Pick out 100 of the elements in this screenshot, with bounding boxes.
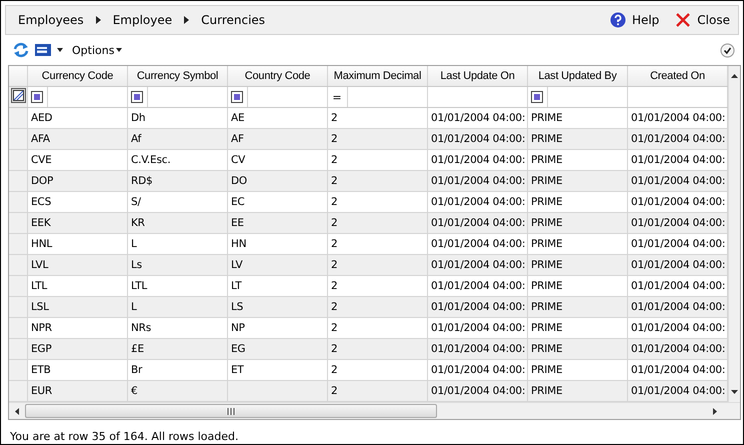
row-selector[interactable] xyxy=(9,150,28,170)
table-cell: 2 xyxy=(331,133,338,145)
row-selector[interactable] xyxy=(9,128,28,150)
refresh-icon[interactable] xyxy=(13,42,29,58)
table-cell: 01/01/2004 04:00: xyxy=(631,322,726,334)
table-cell: NRs xyxy=(131,322,152,334)
row-selector[interactable] xyxy=(9,276,28,296)
column-header[interactable]: Currency Symbol xyxy=(128,66,228,86)
table-cell: 2 xyxy=(331,196,338,208)
table-cell: 01/01/2004 04:00: xyxy=(431,280,526,292)
table-cell: 01/01/2004 04:00: xyxy=(431,175,526,187)
table-cell: PRIME xyxy=(531,343,562,355)
table-cell: NP xyxy=(231,322,245,334)
filter-operator-icon[interactable] xyxy=(231,91,243,103)
table-cell: 2 xyxy=(331,238,338,250)
table-cell: 01/01/2004 04:00: xyxy=(631,217,726,229)
table-cell: CVE xyxy=(31,154,52,166)
table-cell: LV xyxy=(231,259,242,271)
row-selector[interactable] xyxy=(9,360,28,380)
table-cell: 01/01/2004 04:00: xyxy=(431,112,526,124)
table-cell: 2 xyxy=(331,364,338,376)
table-cell: AFA xyxy=(31,133,50,145)
filter-operator-icon[interactable] xyxy=(31,91,43,103)
table-cell: 2 xyxy=(331,175,338,187)
column-header[interactable]: Currency Code xyxy=(28,66,128,86)
table-cell: PRIME xyxy=(531,301,562,313)
close-button[interactable]: Close xyxy=(673,12,732,28)
table-cell: £E xyxy=(131,343,144,355)
scroll-left-icon[interactable] xyxy=(15,408,19,414)
row-selector[interactable] xyxy=(9,318,28,338)
table-cell: 01/01/2004 04:00: xyxy=(431,343,526,355)
table-cell: 01/01/2004 04:00: xyxy=(631,133,726,145)
table-cell: S/ xyxy=(131,196,141,208)
filter-operator[interactable]: = xyxy=(331,90,343,104)
row-selector[interactable] xyxy=(9,296,28,318)
filter-operator-icon[interactable] xyxy=(531,91,543,103)
filter-toggle-icon[interactable] xyxy=(10,88,26,103)
table-cell: 01/01/2004 04:00: xyxy=(431,385,526,397)
table-cell: LT xyxy=(231,280,242,292)
table-cell: 01/01/2004 04:00: xyxy=(431,322,526,334)
table-cell: AF xyxy=(231,133,244,145)
table-cell: HNL xyxy=(31,238,52,250)
table-cell: PRIME xyxy=(531,217,562,229)
breadcrumb-link[interactable]: Employees xyxy=(18,13,84,27)
row-selector[interactable] xyxy=(9,170,28,192)
table-cell: PRIME xyxy=(531,196,562,208)
table-cell: PRIME xyxy=(531,322,562,334)
scroll-right-icon[interactable] xyxy=(713,408,717,414)
row-selector[interactable] xyxy=(9,254,28,276)
table-cell: Dh xyxy=(131,112,146,124)
help-button[interactable]: Help xyxy=(608,12,662,28)
table-cell: 01/01/2004 04:00: xyxy=(431,364,526,376)
breadcrumb-link[interactable]: Employee xyxy=(112,13,172,27)
table-cell: 01/01/2004 04:00: xyxy=(631,364,726,376)
scroll-up-icon[interactable] xyxy=(731,74,738,78)
column-header[interactable]: Maximum Decimal xyxy=(328,66,428,86)
table-cell: EE xyxy=(231,217,244,229)
table-cell: 2 xyxy=(331,385,338,397)
horizontal-scrollbar[interactable] xyxy=(9,402,740,419)
table-cell: PRIME xyxy=(531,364,562,376)
table-cell: 2 xyxy=(331,301,338,313)
table-cell: 2 xyxy=(331,154,338,166)
column-header[interactable]: Last Update On xyxy=(428,66,528,86)
view-icon[interactable] xyxy=(34,43,52,57)
table-cell: 01/01/2004 04:00: xyxy=(431,259,526,271)
row-selector[interactable] xyxy=(9,338,28,360)
table-cell: 01/01/2004 04:00: xyxy=(631,343,726,355)
table-cell: 01/01/2004 04:00: xyxy=(631,385,726,397)
table-cell: 01/01/2004 04:00: xyxy=(431,133,526,145)
row-selector[interactable] xyxy=(9,212,28,234)
table-cell: NPR xyxy=(31,322,52,334)
row-selector[interactable] xyxy=(9,234,28,254)
caret-icon xyxy=(116,48,122,52)
table-cell: 2 xyxy=(331,343,338,355)
row-selector[interactable] xyxy=(9,108,28,128)
table-cell: 2 xyxy=(331,322,338,334)
row-selector[interactable] xyxy=(9,380,28,402)
column-header[interactable]: Country Code xyxy=(228,66,328,86)
caret-icon[interactable] xyxy=(57,48,63,52)
close-icon xyxy=(675,12,692,28)
vertical-scrollbar[interactable] xyxy=(728,66,740,402)
table-cell: LVL xyxy=(31,259,48,271)
checkmark-icon[interactable] xyxy=(720,42,735,58)
table-cell: EUR xyxy=(31,385,52,397)
column-header[interactable]: Created On xyxy=(628,66,728,86)
table-cell: Ls xyxy=(131,259,142,271)
status-text: You are at row 35 of 164. All rows loaded. xyxy=(9,429,240,443)
options-menu[interactable]: Options xyxy=(68,44,122,56)
table-cell: DO xyxy=(231,175,247,187)
scroll-down-icon[interactable] xyxy=(731,390,738,394)
column-header[interactable]: Last Updated By xyxy=(528,66,628,86)
table-cell: € xyxy=(131,385,138,397)
table-cell: 01/01/2004 04:00: xyxy=(431,154,526,166)
table-cell: AE xyxy=(231,112,244,124)
table-cell: DOP xyxy=(31,175,54,187)
row-selector[interactable] xyxy=(9,192,28,212)
breadcrumb-link[interactable]: Currencies xyxy=(201,13,266,27)
table-cell: EG xyxy=(231,343,246,355)
table-cell: EEK xyxy=(31,217,51,229)
filter-operator-icon[interactable] xyxy=(131,91,143,103)
